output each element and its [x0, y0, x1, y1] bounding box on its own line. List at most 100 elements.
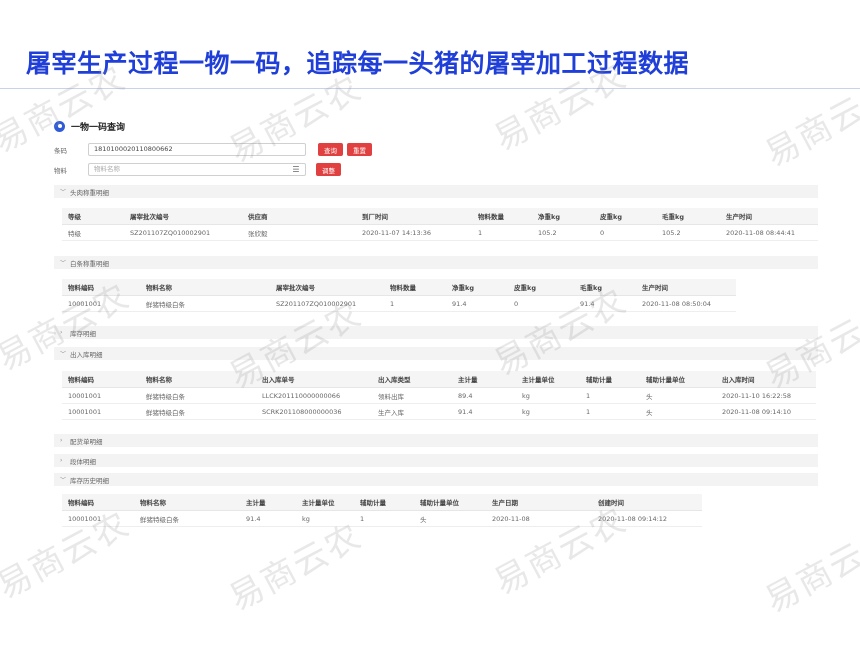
table-cell: 鲜猪特级白条 — [146, 392, 185, 401]
table-row[interactable]: 10001001 鲜猪特级白条 SZ201107ZQ010002901 1 91… — [62, 296, 736, 312]
table-cell: 105.2 — [662, 228, 681, 237]
table-row[interactable]: 10001001 鲜猪特级白条 LLCK201110000000066 领料出库… — [62, 388, 816, 404]
chevron-down-icon: ﹀ — [60, 189, 67, 196]
section-head-segment[interactable]: › 段体明细 — [54, 454, 818, 467]
table-cell: 特级 — [68, 229, 81, 238]
section-head-inout[interactable]: ﹀ 出入库明细 — [54, 347, 818, 360]
section-label: 库存历史明细 — [70, 476, 109, 485]
chevron-right-icon: › — [60, 457, 63, 464]
column-header: 主计量单位 — [522, 376, 555, 384]
search-button[interactable]: 查询 — [318, 143, 343, 156]
column-header: 物料编码 — [68, 499, 94, 507]
column-header: 出入库时间 — [722, 376, 755, 384]
table-cell: 2020-11-08 08:44:41 — [726, 228, 796, 237]
table-cell: 89.4 — [458, 391, 473, 400]
table-cell: 1 — [586, 391, 591, 400]
section-label: 白条称重明细 — [70, 259, 109, 268]
column-header: 屠宰批次编号 — [276, 284, 315, 292]
column-header: 皮重kg — [600, 213, 622, 221]
column-header: 物料数量 — [478, 213, 504, 221]
table-header: 物料编码 物料名称 主计量 主计量单位 辅助计量 辅助计量单位 生产日期 创建时… — [62, 494, 702, 511]
chevron-down-icon: ﹀ — [60, 260, 67, 267]
column-header: 毛重kg — [662, 213, 684, 221]
table-cell: 1 — [360, 514, 365, 523]
section-label: 库存明细 — [70, 329, 96, 338]
column-header: 净重kg — [452, 284, 474, 292]
table-cell: 鲜猪特级白条 — [146, 408, 185, 417]
column-header: 辅助计量单位 — [420, 499, 459, 507]
table-cell: 2020-11-08 09:14:10 — [722, 407, 792, 416]
query-header: 一物一码查询 — [54, 118, 125, 134]
column-header: 物料编码 — [68, 284, 94, 292]
inventory-history-table: 物料编码 物料名称 主计量 主计量单位 辅助计量 辅助计量单位 生产日期 创建时… — [62, 494, 702, 527]
table-cell: 2020-11-10 16:22:58 — [722, 391, 792, 400]
column-header: 屠宰批次编号 — [130, 213, 169, 221]
table-cell: 头 — [420, 515, 427, 524]
table-cell: SCRK201108000000036 — [262, 407, 342, 416]
table-row[interactable]: 10001001 鲜猪特级白条 SCRK201108000000036 生产入库… — [62, 404, 816, 420]
barcode-row: 条码 1810100020110800662 查询 重置 — [54, 143, 372, 156]
column-header: 主计量单位 — [302, 499, 335, 507]
table-cell: 张欣毅 — [248, 229, 268, 238]
barcode-input[interactable]: 1810100020110800662 — [88, 143, 306, 156]
table-cell: 头 — [646, 408, 653, 417]
table-cell: 0 — [600, 228, 605, 237]
table-cell: 2020-11-08 — [492, 514, 530, 523]
table-cell: 2020-11-08 09:14:12 — [598, 514, 668, 523]
column-header: 主计量 — [458, 376, 478, 384]
section-head-weight[interactable]: ﹀ 头肉称重明细 — [54, 185, 818, 198]
table-cell: 10001001 — [68, 407, 102, 416]
table-cell: 10001001 — [68, 514, 102, 523]
material-input[interactable]: 物料名称 — [88, 163, 306, 176]
reset-button[interactable]: 重置 — [347, 143, 372, 156]
table-cell: 91.4 — [246, 514, 261, 523]
watermark: 易商云农 — [758, 518, 860, 622]
table-cell: 105.2 — [538, 228, 557, 237]
column-header: 等级 — [68, 213, 81, 221]
chevron-down-icon: ﹀ — [60, 351, 67, 358]
table-cell: 1 — [478, 228, 483, 237]
table-header: 物料编码 物料名称 出入库单号 出入库类型 主计量 主计量单位 辅助计量 辅助计… — [62, 371, 816, 388]
column-header: 辅助计量单位 — [646, 376, 685, 384]
slide-title: 屠宰生产过程一物一码，追踪每一头猪的屠宰加工过程数据 — [26, 49, 690, 78]
section-label: 段体明细 — [70, 457, 96, 466]
section-head-allocation[interactable]: › 配货单明细 — [54, 434, 818, 447]
table-cell: 91.4 — [452, 299, 467, 308]
table-cell: SZ201107ZQ010002901 — [276, 299, 357, 308]
column-header: 皮重kg — [514, 284, 536, 292]
column-header: 供应商 — [248, 213, 268, 221]
column-header: 物料编码 — [68, 376, 94, 384]
table-cell: LLCK201110000000066 — [262, 391, 341, 400]
table-cell: 2020-11-08 08:50:04 — [642, 299, 712, 308]
chevron-right-icon: › — [60, 437, 63, 444]
query-icon — [54, 120, 65, 132]
watermark: 易商云农 — [758, 72, 860, 176]
section-head-carcass[interactable]: ﹀ 白条称重明细 — [54, 256, 818, 269]
table-header: 物料编码 物料名称 屠宰批次编号 物料数量 净重kg 皮重kg 毛重kg 生产时… — [62, 279, 736, 296]
table-cell: 鲜猪特级白条 — [140, 515, 179, 524]
table-cell: 头 — [646, 392, 653, 401]
section-head-inventory-history[interactable]: ﹀ 库存历史明细 — [54, 473, 818, 486]
table-cell: 91.4 — [458, 407, 473, 416]
column-header: 净重kg — [538, 213, 560, 221]
table-cell: 1 — [390, 299, 395, 308]
section-head-inventory[interactable]: › 库存明细 — [54, 326, 818, 339]
table-row[interactable]: 10001001 鲜猪特级白条 91.4 kg 1 头 2020-11-08 2… — [62, 511, 702, 527]
table-row[interactable]: 特级 SZ20110​7ZQ010002901 张欣毅 2020-11-07 1… — [62, 225, 818, 241]
carcass-weight-table: 物料编码 物料名称 屠宰批次编号 物料数量 净重kg 皮重kg 毛重kg 生产时… — [62, 279, 736, 312]
column-header: 生产日期 — [492, 499, 518, 507]
title-divider — [0, 88, 860, 89]
table-cell: 1 — [586, 407, 591, 416]
column-header: 物料名称 — [146, 376, 172, 384]
list-icon[interactable]: ☰ — [288, 163, 304, 176]
table-cell: 生产入库 — [378, 408, 404, 417]
material-label: 物料 — [54, 166, 67, 175]
column-header: 物料数量 — [390, 284, 416, 292]
table-cell: 10001001 — [68, 299, 102, 308]
head-weight-table: 等级 屠宰批次编号 供应商 到厂时间 物料数量 净重kg 皮重kg 毛重kg 生… — [62, 208, 818, 241]
table-cell: SZ20110​7ZQ010002901 — [130, 228, 211, 237]
adjust-button[interactable]: 调整 — [316, 163, 341, 176]
chevron-down-icon: ﹀ — [60, 477, 67, 484]
table-cell: 2020-11-07 14:13:36 — [362, 228, 432, 237]
column-header: 物料名称 — [140, 499, 166, 507]
